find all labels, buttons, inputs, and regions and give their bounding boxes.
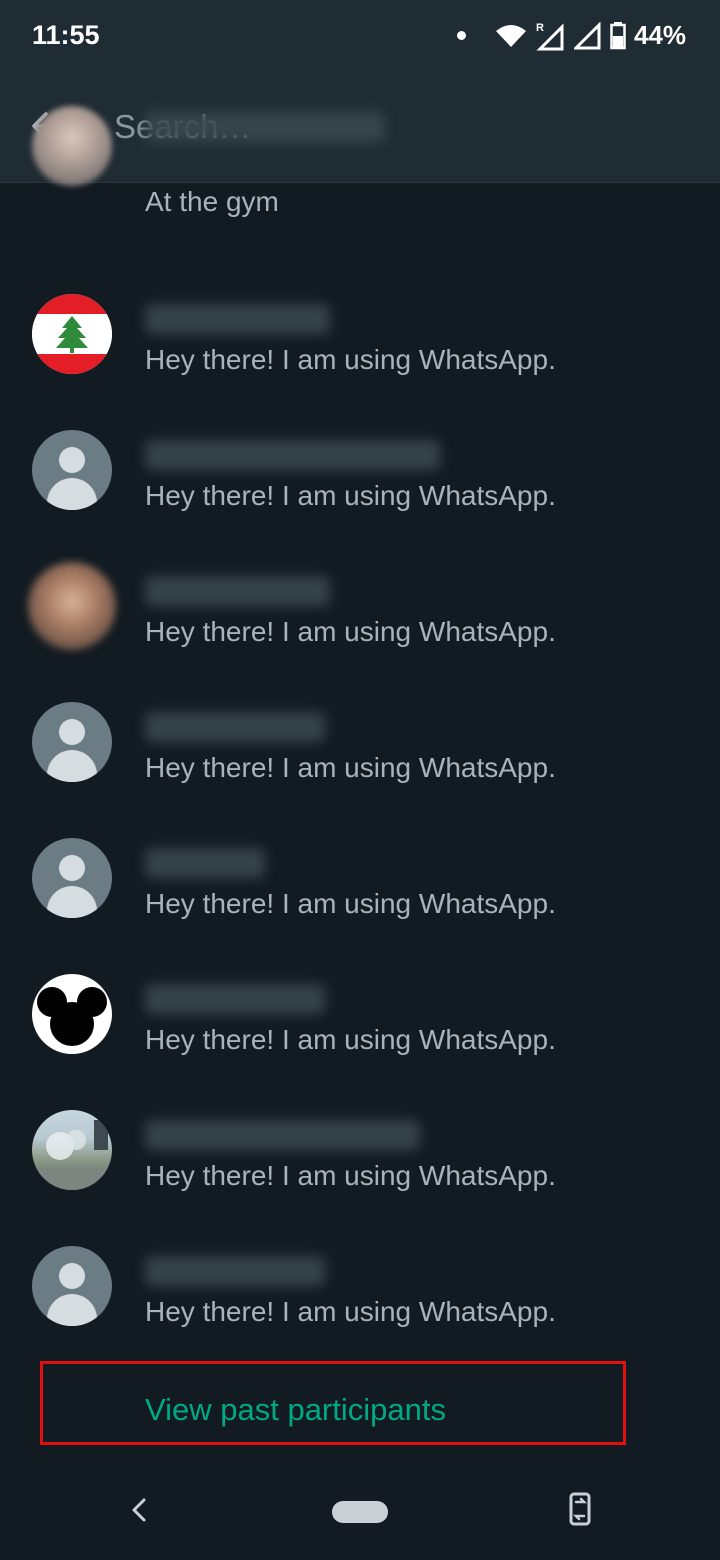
participant-avatar	[28, 562, 116, 650]
participant-name-redacted	[145, 1120, 420, 1150]
participant-name-redacted	[145, 112, 385, 142]
view-past-participants-label: View past participants	[145, 1392, 446, 1427]
participant-status: Hey there! I am using WhatsApp.	[145, 480, 556, 511]
battery-percent: 44%	[633, 20, 686, 50]
roaming-signal-icon: R	[536, 22, 564, 50]
default-avatar-icon	[32, 430, 112, 510]
nav-back-icon[interactable]	[124, 1494, 156, 1526]
status-time: 11:55	[32, 20, 100, 50]
svg-text:4: 4	[516, 37, 521, 47]
participant-status: Hey there! I am using WhatsApp.	[145, 752, 556, 783]
svg-text:R: R	[536, 22, 544, 34]
default-avatar-icon	[32, 702, 112, 782]
participant-row[interactable]: Hey there! I am using WhatsApp.	[0, 1238, 720, 1374]
participant-avatar	[32, 294, 112, 374]
participant-row[interactable]: At the gym	[0, 106, 720, 250]
participant-row[interactable]: Hey there! I am using WhatsApp.	[0, 966, 720, 1102]
participant-status: Hey there! I am using WhatsApp.	[145, 1296, 556, 1327]
view-past-participants-button[interactable]: View past participants	[40, 1361, 626, 1445]
participant-avatar	[32, 1110, 112, 1190]
participant-row[interactable]: Hey there! I am using WhatsApp.	[0, 830, 720, 966]
rotate-screen-icon[interactable]	[562, 1490, 598, 1528]
default-avatar-icon	[32, 838, 112, 918]
participant-avatar	[32, 106, 112, 186]
participant-name-redacted	[145, 304, 330, 334]
participant-status: Hey there! I am using WhatsApp.	[145, 1024, 556, 1055]
lebanon-flag-icon	[32, 294, 112, 374]
participant-avatar	[32, 974, 112, 1054]
participant-status: At the gym	[145, 186, 279, 217]
status-bar: 11:55 4 R 44%	[0, 0, 720, 72]
status-icons: 4 R 44%	[456, 20, 686, 51]
participant-row[interactable]: Hey there! I am using WhatsApp.	[0, 1102, 720, 1238]
participant-name-redacted	[145, 984, 325, 1014]
participant-row[interactable]: Hey there! I am using WhatsApp.	[0, 694, 720, 830]
mouse-ears-icon	[37, 987, 107, 1046]
participant-row[interactable]: Hey there! I am using WhatsApp.	[0, 422, 720, 558]
participant-row[interactable]: Hey there! I am using WhatsApp.	[0, 558, 720, 694]
participant-status: Hey there! I am using WhatsApp.	[145, 1160, 556, 1191]
participant-name-redacted	[145, 440, 440, 470]
participant-name-redacted	[145, 576, 330, 606]
signal-icon	[573, 21, 601, 49]
wifi-icon: 4	[495, 24, 526, 47]
participant-status: Hey there! I am using WhatsApp.	[145, 888, 556, 919]
participant-status: Hey there! I am using WhatsApp.	[145, 344, 556, 375]
participant-name-redacted	[145, 848, 265, 878]
participant-status: Hey there! I am using WhatsApp.	[145, 616, 556, 647]
participant-row[interactable]: Hey there! I am using WhatsApp.	[0, 286, 720, 422]
notification-dot-icon	[456, 31, 466, 40]
participant-name-redacted	[145, 712, 325, 742]
battery-icon	[610, 21, 626, 49]
default-avatar-icon	[32, 1246, 112, 1326]
nav-home-pill[interactable]	[332, 1501, 388, 1523]
participant-name-redacted	[145, 1256, 325, 1286]
